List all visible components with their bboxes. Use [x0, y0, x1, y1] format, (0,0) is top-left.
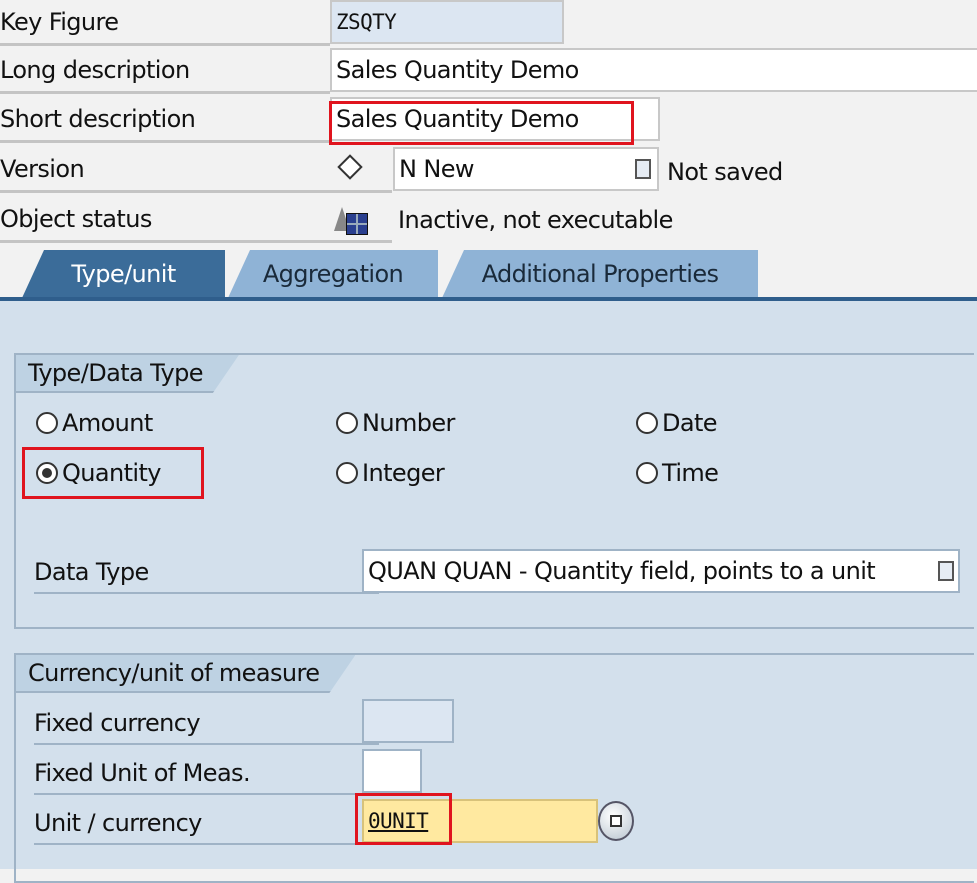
highlight-box [329, 101, 634, 145]
object-status-value: Inactive, not executable [398, 206, 673, 234]
long-description-input[interactable]: Sales Quantity Demo [330, 48, 977, 92]
fixed-unit-label: Fixed Unit of Meas. [34, 751, 379, 795]
group-title: Currency/unit of measure [16, 655, 355, 693]
radio-amount[interactable]: Amount [36, 409, 153, 437]
version-dropdown[interactable]: N New [393, 147, 659, 191]
unit-currency-label: Unit / currency [34, 801, 379, 845]
fixed-currency-field [362, 699, 454, 743]
currency-unit-group: Currency/unit of measure Fixed currency … [14, 653, 974, 883]
dropdown-icon[interactable] [938, 561, 954, 581]
radio-time[interactable]: Time [636, 459, 719, 487]
radio-integer[interactable]: Integer [336, 459, 445, 487]
highlight-box [355, 793, 452, 845]
tab-panel: Type/Data Type Amount Number Date Quanti… [0, 297, 977, 883]
tab-additional-properties[interactable]: Additional Properties [442, 250, 758, 298]
radio-date[interactable]: Date [636, 409, 718, 437]
fixed-currency-label: Fixed currency [34, 701, 379, 745]
version-value: N New [399, 155, 475, 183]
data-type-label: Data Type [34, 550, 379, 594]
fixed-unit-input[interactable] [362, 749, 422, 793]
version-status: Not saved [667, 158, 783, 186]
tab-aggregation[interactable]: Aggregation [228, 250, 438, 298]
version-label: Version [0, 147, 392, 193]
tab-type-unit[interactable]: Type/unit [22, 250, 225, 298]
radio-number[interactable]: Number [336, 409, 455, 437]
dropdown-icon[interactable] [635, 159, 651, 179]
short-description-label: Short description [0, 97, 330, 143]
data-type-dropdown[interactable]: QUAN QUAN - Quantity field, points to a … [362, 549, 960, 593]
highlight-box [22, 447, 204, 499]
long-description-label: Long description [0, 48, 330, 94]
value-help-icon[interactable] [598, 801, 634, 841]
key-figure-label: Key Figure [0, 0, 330, 46]
type-data-type-group: Type/Data Type Amount Number Date Quanti… [14, 353, 974, 629]
key-figure-field: ZSQTY [330, 0, 564, 44]
inactive-status-icon [334, 205, 370, 235]
group-title: Type/Data Type [16, 355, 239, 393]
